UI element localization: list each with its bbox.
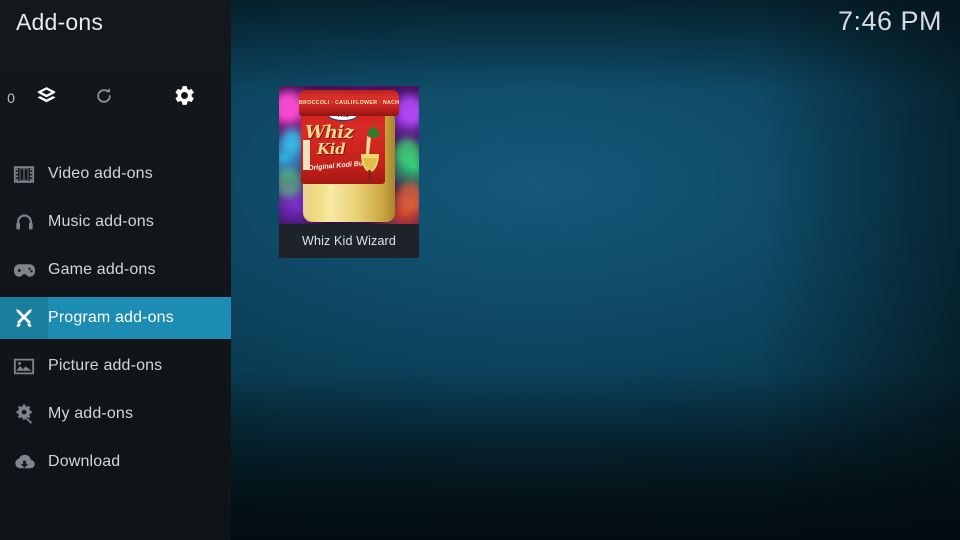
gamepad-icon [0,249,48,291]
lid-flavors-text: BROCCOLI · CAULIFLOWER · NACH [299,100,399,106]
jar-lid: BROCCOLI · CAULIFLOWER · NACH [299,90,399,116]
addon-tile[interactable]: The Whiz Kid Original Kodi Build BROCCOL… [279,86,419,258]
tools-icon [0,297,48,339]
sidebar-item-video-add-ons[interactable]: Video add-ons [0,153,231,195]
sidebar-item-picture-add-ons[interactable]: Picture add-ons [0,345,231,387]
sidebar-item-label: Program add-ons [48,309,174,326]
jar-label: The Whiz Kid Original Kodi Build [301,104,385,184]
sidebar: Add-ons 0 Video add-ons Music add-ons Ga… [0,0,231,540]
refresh-icon [94,86,114,111]
sidebar-item-music-add-ons[interactable]: Music add-ons [0,201,231,243]
check-for-updates-button[interactable] [86,78,122,118]
cloud-download-icon [0,441,48,483]
sidebar-menu: Video add-ons Music add-ons Game add-ons… [0,153,231,489]
sidebar-toolbar: 0 [0,78,231,118]
kodi-addons-screen: 7:46 PM Add-ons 0 Video add-ons Music ad… [0,0,960,540]
addon-thumbnail: The Whiz Kid Original Kodi Build BROCCOL… [279,86,419,224]
cheese-jar-artwork: The Whiz Kid Original Kodi Build BROCCOL… [297,90,401,224]
page-title: Add-ons [16,9,104,35]
addon-tile-label: Whiz Kid Wizard [302,234,396,248]
sidebar-item-my-add-ons[interactable]: My add-ons [0,393,231,435]
sidebar-item-label: Game add-ons [48,261,156,278]
puzzle-gear-icon [0,393,48,435]
headphones-icon [0,201,48,243]
addon-settings-button[interactable] [166,78,202,118]
net-weight-badge [303,140,310,170]
install-from-repository-button[interactable] [28,78,64,118]
sidebar-item-label: Video add-ons [48,165,153,182]
sidebar-item-program-add-ons[interactable]: Program add-ons [0,297,231,339]
sidebar-item-label: Music add-ons [48,213,154,230]
sidebar-item-label: Picture add-ons [48,357,163,374]
vegetable-dip-graphic [361,127,380,181]
film-icon [0,153,48,195]
gear-icon [173,84,196,112]
sidebar-item-download[interactable]: Download [0,441,231,483]
sidebar-item-label: My add-ons [48,405,134,422]
image-icon [0,345,48,387]
clock: 7:46 PM [837,6,942,36]
sidebar-item-label: Download [48,453,121,470]
updates-count: 0 [7,90,15,106]
sidebar-item-game-add-ons[interactable]: Game add-ons [0,249,231,291]
package-icon [35,84,58,112]
